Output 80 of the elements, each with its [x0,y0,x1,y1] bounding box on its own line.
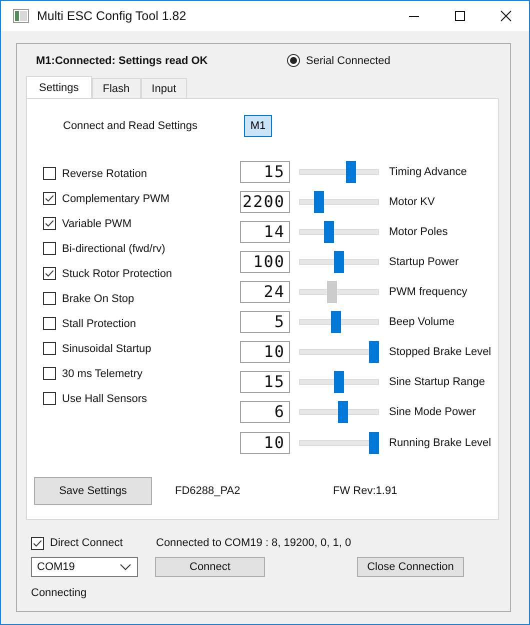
radio-label: Serial Connected [306,54,390,66]
checkbox[interactable] [31,536,44,550]
slider-thumb[interactable] [334,251,344,273]
slider[interactable] [299,311,379,333]
value-display: 6 [240,401,290,423]
value-display: 24 [240,281,290,303]
slider[interactable] [299,341,379,363]
value-display: 15 [240,371,290,393]
esc-target-text: FD6288_PA2 [175,485,242,497]
slider[interactable] [299,251,379,273]
option-label: Reverse Rotation [62,168,147,180]
slider[interactable] [299,281,379,303]
parameter-label: Motor KV [389,196,435,208]
slider[interactable] [299,401,379,423]
slider[interactable] [299,191,379,213]
checkbox[interactable] [43,167,56,180]
checkbox[interactable] [43,242,56,255]
option-label: Variable PWM [62,218,132,230]
slider-thumb[interactable] [324,221,334,243]
connection-status: Connecting [31,587,88,599]
tab[interactable]: Flash [92,78,141,98]
parameter-label: Running Brake Level [389,437,492,449]
slider[interactable] [299,432,379,454]
option-label: Sinusoidal Startup [62,342,152,354]
checkbox[interactable] [43,342,56,355]
checkbox[interactable] [43,292,56,305]
checkbox[interactable] [43,267,56,280]
option-label: Complementary PWM [62,192,170,204]
option-label: Stall Protection [62,318,136,330]
parameter-label: Beep Volume [389,316,454,328]
checkbox[interactable] [43,217,56,230]
value-display: 5 [240,311,290,333]
checkbox[interactable] [43,367,56,380]
slider-thumb[interactable] [346,161,356,183]
parameter-label: Stopped Brake Level [389,346,492,358]
slider-thumb[interactable] [314,191,324,213]
connection-info: Connected to COM19 : 8, 19200, 0, 1, 0 [156,537,352,549]
slider-thumb[interactable] [369,432,379,454]
slider-thumb[interactable] [369,341,379,363]
slider[interactable] [299,371,379,393]
tab[interactable]: Settings [26,76,92,98]
save-settings-button[interactable]: Save Settings [34,477,152,505]
value-display: 10 [240,341,290,363]
connect-read-label: Connect and Read Settings [63,120,199,132]
value-display: 14 [240,221,290,243]
tab[interactable]: Input [140,78,188,98]
option-label: Brake On Stop [62,292,134,304]
firmware-text: FW Rev:1.91 [333,485,398,497]
parameter-label: Timing Advance [389,166,467,178]
checkbox[interactable] [43,192,56,205]
value-display: 100 [240,251,290,273]
value-display: 2200 [240,191,290,213]
parameter-label: PWM frequency [389,286,468,298]
m1-button[interactable]: M1 [244,115,272,137]
caret-icon [120,564,131,570]
parameter-label: Motor Poles [389,226,448,238]
checkbox-label: Direct Connect [50,537,123,549]
option-label: Bi-directional (fwd/rv) [62,242,166,254]
status-text: M1:Connected: Settings read OK [36,54,209,66]
parameter-label: Sine Startup Range [389,376,486,388]
option-label: 30 ms Telemetry [62,368,142,380]
app-icon [13,9,29,23]
slider-thumb[interactable] [334,371,344,393]
radio-button[interactable] [287,54,300,67]
slider[interactable] [299,221,379,243]
slider-thumb[interactable] [338,401,348,423]
parameter-label: Startup Power [389,256,459,268]
close-connection-button[interactable]: Close Connection [357,557,464,577]
window-title: Multi ESC Config Tool 1.82 [37,9,186,23]
value-display: 10 [240,432,290,454]
checkbox[interactable] [43,392,56,405]
slider-thumb[interactable] [331,311,342,333]
value-display: 15 [240,161,290,183]
option-label: Stuck Rotor Protection [62,268,172,280]
slider[interactable] [299,161,379,183]
connect-button[interactable]: Connect [155,557,265,577]
checkbox[interactable] [43,317,56,330]
parameter-label: Sine Mode Power [389,406,476,418]
option-label: Use Hall Sensors [62,392,147,404]
port-dropdown[interactable]: COM19 [31,557,138,577]
